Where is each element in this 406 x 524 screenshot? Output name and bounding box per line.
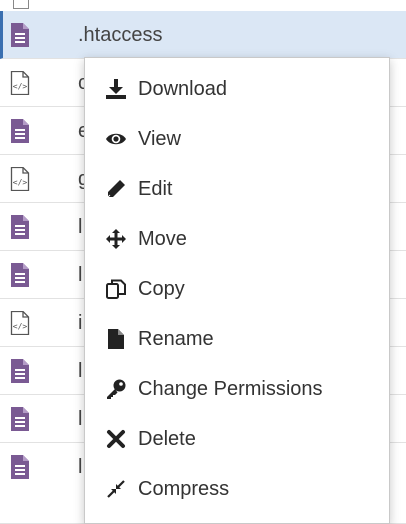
- text-file-icon: [11, 119, 29, 143]
- eye-icon: [106, 133, 126, 145]
- menu-item-label: Copy: [138, 278, 185, 300]
- menu-item-change-permissions[interactable]: Change Permissions: [85, 366, 389, 412]
- file-name: l: [78, 216, 83, 238]
- menu-item-rename[interactable]: Rename: [85, 316, 389, 362]
- menu-item-label: Rename: [138, 328, 214, 350]
- code-file-icon: </>: [10, 167, 30, 191]
- menu-item-move[interactable]: Move: [85, 216, 389, 262]
- move-arrows-icon: [106, 229, 126, 249]
- file-icon: [108, 329, 124, 349]
- menu-item-view[interactable]: View: [85, 116, 389, 162]
- menu-item-label: Edit: [138, 178, 173, 200]
- compress-icon: [107, 480, 125, 498]
- menu-item-download[interactable]: Download: [85, 66, 389, 112]
- file-row-htaccess[interactable]: .htaccess: [0, 11, 406, 59]
- text-file-icon: [11, 215, 29, 239]
- text-file-icon: [11, 359, 29, 383]
- menu-item-label: View: [138, 128, 181, 150]
- text-file-icon: [11, 23, 29, 47]
- copy-icon: [106, 279, 126, 299]
- menu-item-label: Compress: [138, 478, 230, 500]
- menu-item-label: Move: [138, 228, 187, 250]
- code-file-icon: </>: [10, 71, 30, 95]
- file-name: l: [78, 360, 83, 382]
- text-file-icon: [11, 455, 29, 479]
- file-name: l: [78, 456, 83, 478]
- file-name: l: [78, 408, 83, 430]
- context-menu: Download View Edit Move Copy Rename Chan…: [84, 57, 390, 524]
- svg-text:</>: </>: [13, 82, 28, 91]
- key-icon: [107, 379, 126, 399]
- menu-item-compress[interactable]: Compress: [85, 466, 389, 512]
- menu-item-label: Delete: [138, 428, 196, 450]
- code-file-icon: </>: [10, 311, 30, 335]
- svg-text:</>: </>: [13, 322, 28, 331]
- file-name: i: [78, 312, 83, 334]
- close-x-icon: [107, 430, 125, 448]
- file-name: l: [78, 264, 83, 286]
- download-icon: [106, 79, 126, 99]
- file-name: .htaccess: [78, 24, 163, 46]
- pencil-icon: [107, 180, 125, 198]
- menu-item-edit[interactable]: Edit: [85, 166, 389, 212]
- partial-checkbox-top: [13, 0, 29, 9]
- menu-item-label: Download: [138, 78, 227, 100]
- menu-item-label: Change Permissions: [138, 378, 323, 400]
- svg-text:</>: </>: [13, 178, 28, 187]
- text-file-icon: [11, 263, 29, 287]
- menu-item-delete[interactable]: Delete: [85, 416, 389, 462]
- menu-item-copy[interactable]: Copy: [85, 266, 389, 312]
- text-file-icon: [11, 407, 29, 431]
